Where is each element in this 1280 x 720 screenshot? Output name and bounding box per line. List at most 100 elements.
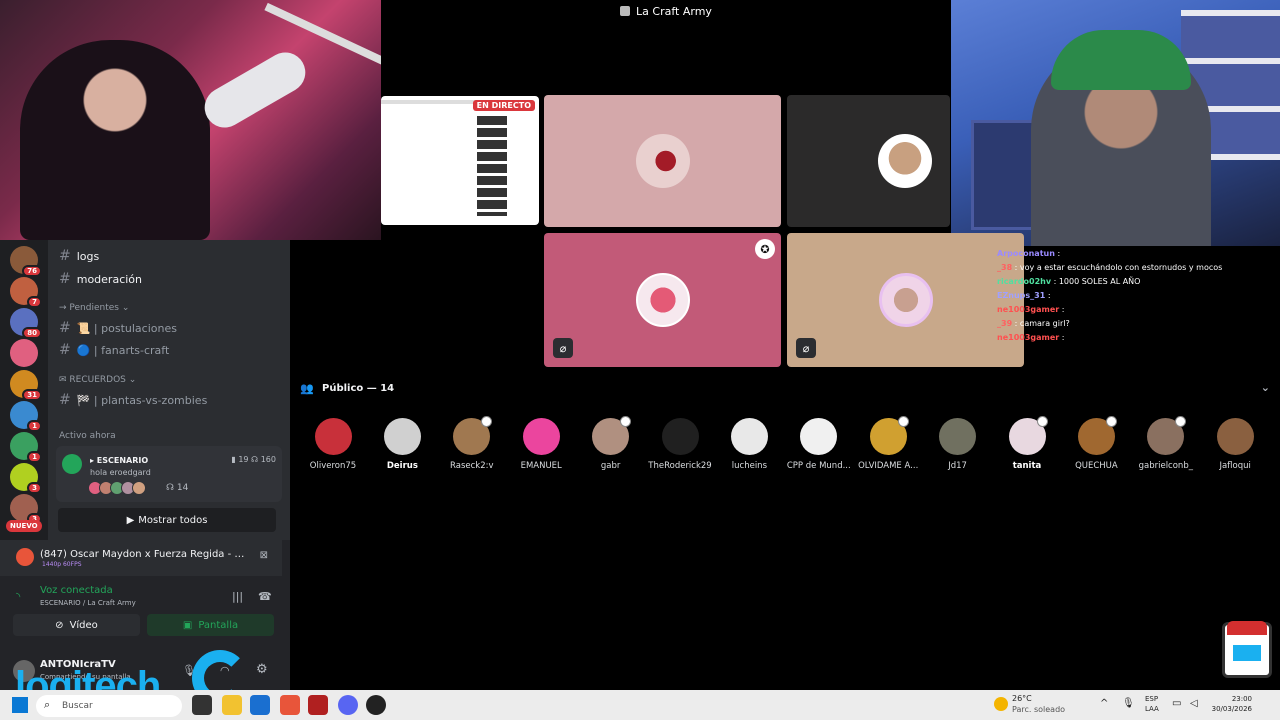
server-icon[interactable]: 80 (10, 308, 42, 339)
soundboard-icon[interactable]: ||| (232, 590, 243, 603)
weather[interactable]: 26°C Parc. soleado (1012, 693, 1065, 715)
brave-icon[interactable] (280, 695, 300, 715)
member-name: gabrielconb_ (1138, 461, 1193, 471)
show-all-button[interactable]: ▶ Mostrar todos (58, 508, 276, 532)
video-off-icon: ⊘ (55, 619, 64, 631)
stage-title-bar: La Craft Army (381, 0, 951, 22)
signal-icon[interactable]: ◝ (16, 590, 20, 603)
avatar (1147, 416, 1187, 455)
speaker-avatar (635, 273, 690, 327)
active-stage-card[interactable]: ▸ ESCENARIO hola eroedgard ▮ 19 ☊ 160 ☊ … (56, 446, 282, 502)
member-name: Deirus (386, 461, 418, 471)
gear-icon[interactable]: ⚙ (256, 662, 268, 677)
voice-channel[interactable]: ESCENARIO / La Craft Army (40, 599, 136, 607)
category-pendientes[interactable]: → Pendientes ⌄ (59, 303, 129, 313)
screen-share-icon: ▣ (182, 619, 193, 631)
server-icon[interactable]: 3 (10, 494, 42, 525)
channel-postulaciones[interactable]: # 📜 | postulaciones (59, 320, 177, 336)
speaker-tile[interactable]: ⌀ (787, 233, 1024, 367)
member-name: TheRoderick29 (648, 461, 712, 471)
volume-icon[interactable]: ◁ (1190, 698, 1198, 709)
windows-start-icon[interactable] (12, 697, 28, 713)
channel-label: 🏁 | plantas-vs-zombies (76, 393, 208, 407)
channel-fanarts[interactable]: # 🔵 | fanarts-craft (59, 342, 169, 358)
server-icon[interactable]: 1 (10, 432, 42, 463)
channel-label: moderación (76, 272, 142, 286)
video-button[interactable]: ⊘ Vídeo (13, 614, 140, 636)
audience-member[interactable]: Deirus (367, 418, 437, 471)
voice-status[interactable]: Voz conectada (40, 585, 113, 596)
server-icon[interactable]: 31 (10, 370, 42, 401)
screen-share-tile[interactable]: EN DIRECTO (381, 96, 539, 225)
server-icon[interactable]: 3 (10, 463, 42, 494)
speaker-tile[interactable]: ✪ ⌀ (544, 233, 781, 367)
live-badge: EN DIRECTO (472, 100, 535, 111)
audience-member[interactable]: OLVIDAME A... (853, 416, 923, 471)
chat-username: ne1003gamer (997, 333, 1060, 342)
server-icon[interactable]: 1 (10, 401, 42, 432)
network-icon[interactable]: ▭ (1172, 698, 1181, 709)
member-name: OLVIDAME A... (858, 461, 919, 471)
mic-icon[interactable]: 🎙 (1122, 698, 1135, 709)
speaker-tile[interactable] (544, 95, 781, 227)
discord-icon[interactable] (338, 695, 358, 715)
channel-plantas[interactable]: # 🏁 | plantas-vs-zombies (59, 392, 207, 408)
obs-icon[interactable] (366, 695, 386, 715)
stage-counts: ▮ 19 ☊ 160 (231, 455, 276, 464)
listener-count: ☊ 14 (166, 483, 189, 493)
status-icon (1175, 416, 1187, 427)
member-name: CPP de Mund... (786, 461, 851, 471)
stop-stream-icon[interactable]: ⊠ (260, 550, 268, 561)
audience-member[interactable]: Jd17 (923, 418, 993, 471)
audience-member[interactable]: gabr (576, 416, 646, 471)
member-name: Jafloqui (1219, 461, 1251, 471)
mention-badge: 3 (27, 482, 42, 494)
taskbar-search[interactable]: ⌕ Buscar (36, 695, 182, 717)
screen-label: Pantalla (198, 619, 239, 631)
weather-icon[interactable] (994, 697, 1008, 711)
mascot-logo (1222, 621, 1272, 678)
now-playing[interactable]: (847) Oscar Maydon x Fuerza Regida - TU … (0, 540, 282, 576)
clock[interactable]: 23:00 30/03/2026 (1210, 694, 1252, 714)
channel-logs[interactable]: # logs (59, 248, 99, 264)
task-view-icon[interactable] (192, 695, 212, 715)
language-indicator[interactable]: ESP LAA (1145, 694, 1159, 714)
audience-member[interactable]: gabrielconb_ (1131, 416, 1201, 471)
chevron-down-icon[interactable]: ⌄ (1261, 381, 1270, 394)
screen-share-button[interactable]: ▣ Pantalla (147, 614, 274, 636)
new-badge: NUEVO (6, 520, 42, 532)
speaker-avatar (878, 273, 933, 327)
audience-member[interactable]: Oliveron75 (298, 418, 368, 471)
server-icon[interactable]: 76 (10, 246, 42, 277)
channel-list: # logs # moderación → Pendientes ⌄ # 📜 | po… (48, 240, 290, 540)
audience-member[interactable]: QUECHUA (1061, 416, 1131, 471)
audience-member[interactable]: tanita (992, 416, 1062, 471)
disconnect-icon[interactable]: ☎ (258, 590, 272, 603)
audience-member[interactable]: Raseck2:v (437, 416, 507, 471)
webcam-right (951, 0, 1280, 246)
server-icon[interactable]: 7 (10, 277, 42, 308)
stage-name: ▸ ESCENARIO (90, 456, 149, 465)
chevron-up-icon[interactable]: ^ (1100, 698, 1108, 709)
app-icon[interactable] (308, 695, 328, 715)
server-icon[interactable] (10, 339, 38, 367)
chat-text: camara girl? (1019, 319, 1070, 328)
category-recuerdos[interactable]: ✉ RECUERDOS ⌄ (59, 375, 136, 385)
mention-badge: 1 (27, 420, 42, 432)
audience-header[interactable]: 👥 Público — 14 ⌄ (300, 381, 1270, 397)
audience-member[interactable]: CPP de Mund... (784, 418, 854, 471)
channel-moderacion[interactable]: # moderación (59, 271, 142, 287)
audience-member[interactable]: Jafloqui (1200, 418, 1270, 471)
audience-member[interactable]: TheRoderick29 (645, 418, 715, 471)
store-icon[interactable] (250, 695, 270, 715)
search-placeholder: Buscar (62, 701, 93, 711)
chat-message: Arpoconatun : (997, 249, 1061, 258)
audience-member[interactable]: EMANUEL (506, 418, 576, 471)
audience-member[interactable]: lucheins (714, 418, 784, 471)
avatar (592, 416, 632, 455)
show-all-label: Mostrar todos (138, 514, 208, 526)
avatar (1216, 418, 1254, 455)
chat-username: _38 (997, 263, 1013, 272)
file-explorer-icon[interactable] (222, 695, 242, 715)
speaker-tile[interactable] (787, 95, 950, 227)
